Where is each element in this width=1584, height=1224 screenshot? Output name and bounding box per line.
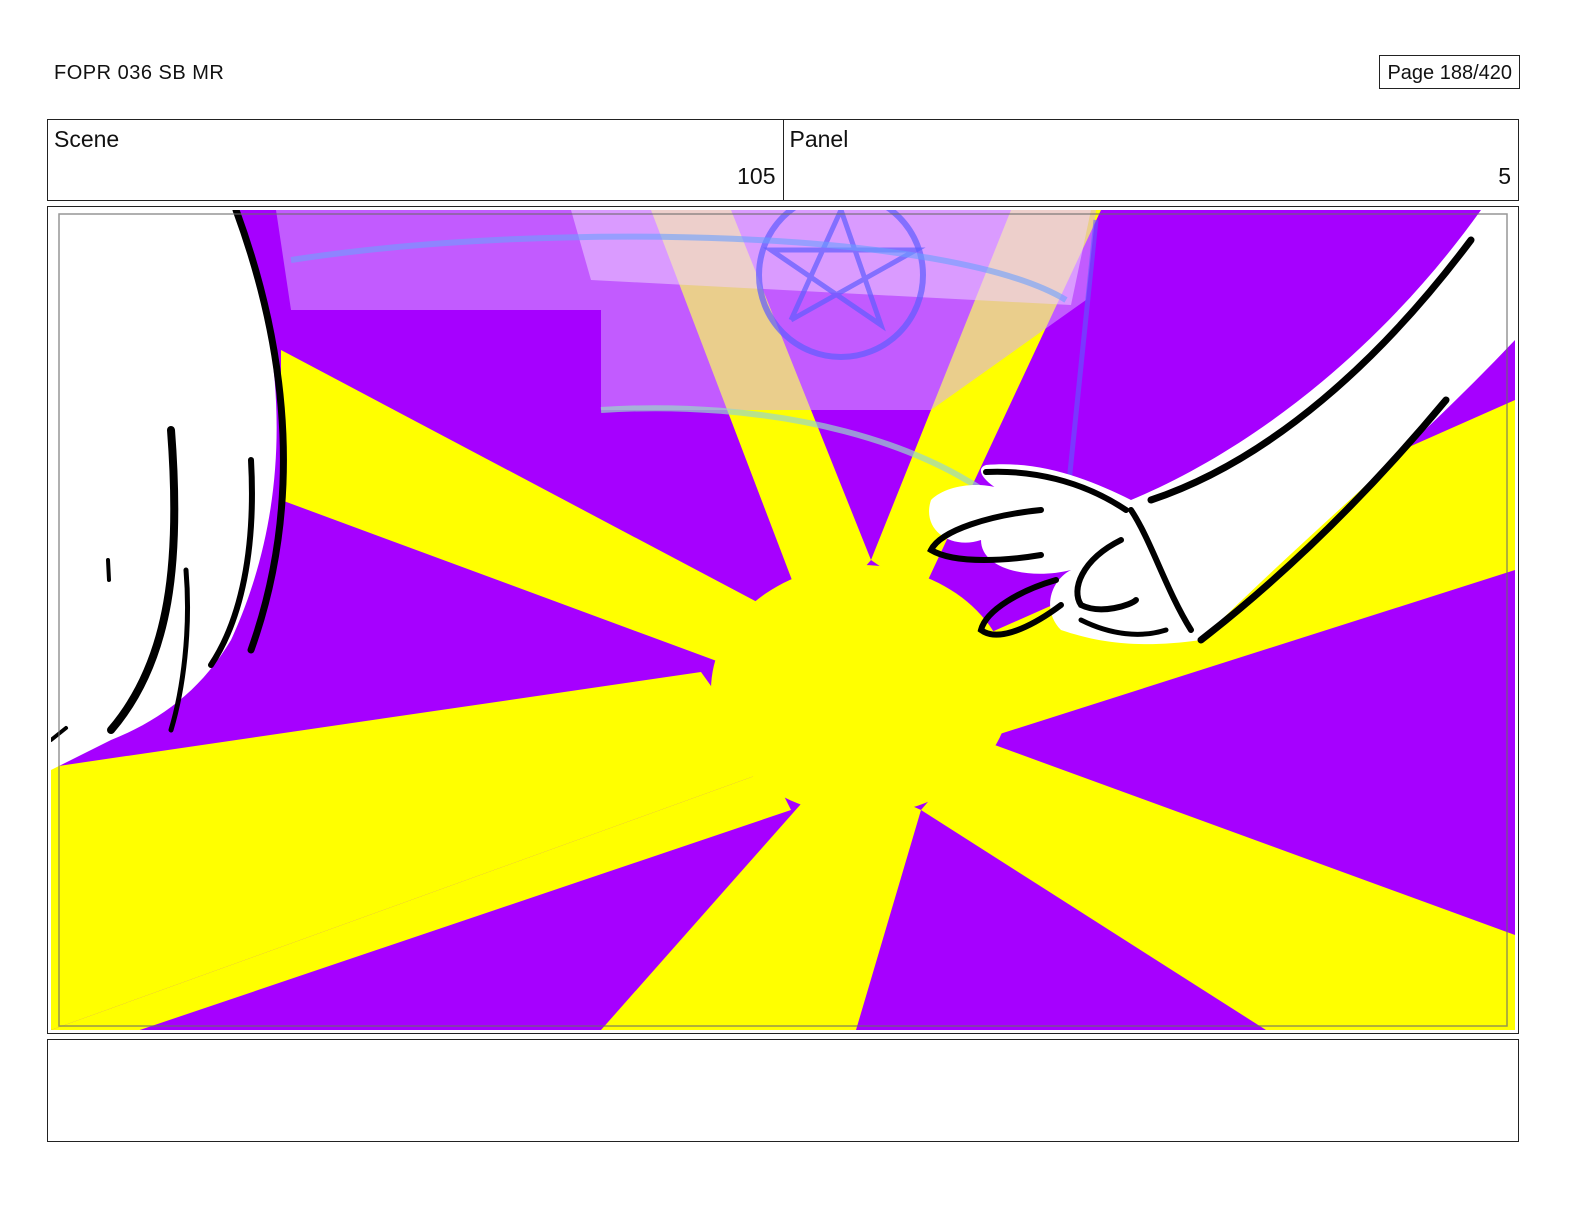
scene-label: Scene: [54, 126, 120, 152]
scene-cell: Scene 105: [48, 120, 783, 200]
scene-panel-info-row: Scene 105 Panel 5: [47, 119, 1519, 201]
scene-number: 105: [737, 163, 776, 189]
panel-number: 5: [1498, 163, 1511, 189]
page-number-badge: Page 188/420: [1379, 55, 1520, 89]
panel-notes-box: [47, 1039, 1519, 1142]
storyboard-panel-frame: [47, 206, 1519, 1034]
panel-cell: Panel 5: [782, 120, 1519, 200]
panel-label: Panel: [789, 126, 849, 152]
hair-mark: [106, 558, 111, 582]
storyboard-drawing: [51, 210, 1515, 1030]
storyboard-page: FOPR 036 SB MR Page 188/420 Scene 105 Pa…: [0, 0, 1584, 1224]
document-title: FOPR 036 SB MR: [54, 62, 225, 84]
burst-center: [711, 565, 1011, 815]
